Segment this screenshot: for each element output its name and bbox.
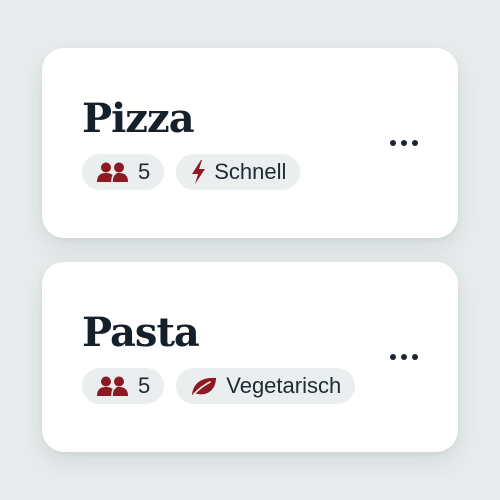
tag-badge: Schnell [176, 154, 301, 190]
tag-badge: Vegetarisch [176, 368, 356, 404]
more-options-icon [412, 354, 418, 360]
recipe-title: Pasta [82, 309, 200, 356]
servings-count: 5 [138, 373, 151, 398]
recipe-tags: 5 Schnell [82, 154, 301, 190]
more-options-button[interactable] [384, 128, 424, 158]
more-options-icon [401, 140, 407, 146]
tag-label: Vegetarisch [226, 373, 342, 398]
leaf-icon [190, 375, 218, 397]
more-options-icon [390, 140, 396, 146]
tag-label: Schnell [214, 159, 287, 184]
people-icon [96, 375, 130, 397]
recipe-card[interactable]: Pizza 5 Schnell [42, 48, 458, 238]
lightning-icon [190, 159, 206, 185]
servings-count: 5 [138, 159, 151, 184]
servings-badge: 5 [82, 368, 165, 404]
recipe-card[interactable]: Pasta 5 Vegetarisch [42, 262, 458, 452]
more-options-icon [401, 354, 407, 360]
servings-badge: 5 [82, 154, 165, 190]
more-options-icon [412, 140, 418, 146]
people-icon [96, 161, 130, 183]
recipe-list: Pizza 5 Schnell Pasta 5 Vegetarisch [0, 0, 500, 500]
more-options-icon [390, 354, 396, 360]
recipe-tags: 5 Vegetarisch [82, 368, 356, 404]
recipe-title: Pizza [82, 95, 195, 142]
more-options-button[interactable] [384, 342, 424, 372]
